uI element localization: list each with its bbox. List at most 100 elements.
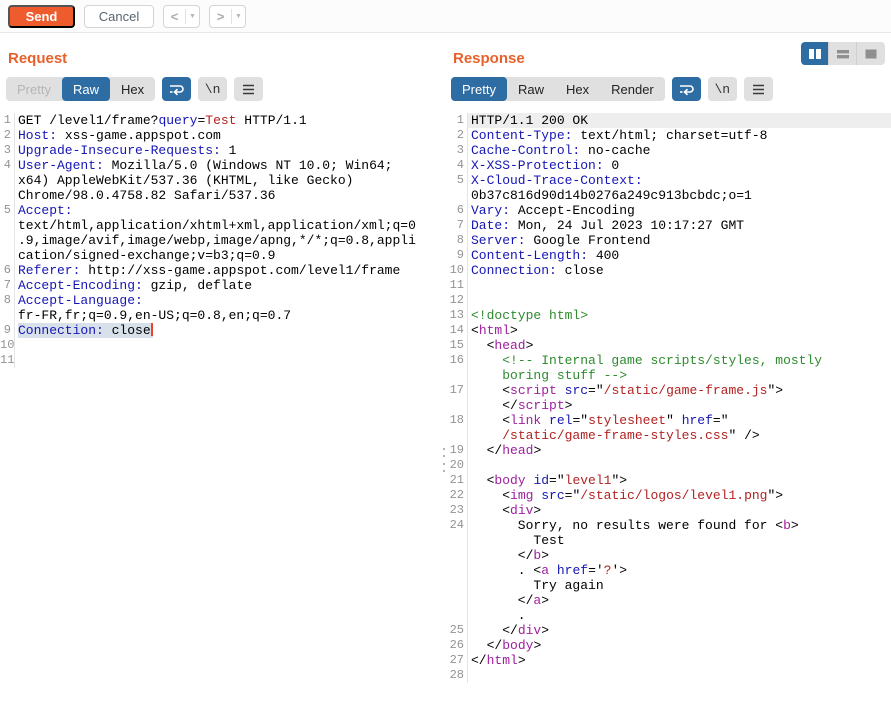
code-text[interactable]: fr-FR,fr;q=0.9,en-US;q=0.8,en;q=0.7: [15, 308, 445, 323]
code-text[interactable]: <!-- Internal game scripts/styles, mostl…: [468, 353, 891, 368]
code-text[interactable]: </body>: [468, 638, 891, 653]
code-text[interactable]: boring stuff -->: [468, 368, 891, 383]
code-line[interactable]: 13<!doctype html>: [445, 308, 891, 323]
code-text[interactable]: </head>: [468, 443, 891, 458]
code-text[interactable]: X-Cloud-Trace-Context:: [468, 173, 891, 188]
editor-menu-button[interactable]: [234, 77, 263, 101]
code-text[interactable]: x64) AppleWebKit/537.36 (KHTML, like Gec…: [15, 173, 445, 188]
code-line[interactable]: 12: [445, 293, 891, 308]
code-line[interactable]: 8Server: Google Frontend: [445, 233, 891, 248]
forward-dropdown-icon[interactable]: ▼: [232, 6, 245, 27]
code-text[interactable]: Connection: close: [15, 323, 445, 338]
code-line[interactable]: Try again: [445, 578, 891, 593]
code-line[interactable]: </a>: [445, 593, 891, 608]
code-text[interactable]: Accept-Language:: [15, 293, 445, 308]
code-line[interactable]: 9Connection: close: [0, 323, 445, 338]
code-line[interactable]: Chrome/98.0.4758.82 Safari/537.36: [0, 188, 445, 203]
code-text[interactable]: <img src="/static/logos/level1.png">: [468, 488, 891, 503]
code-line[interactable]: 17 <script src="/static/game-frame.js">: [445, 383, 891, 398]
code-line[interactable]: 2Content-Type: text/html; charset=utf-8: [445, 128, 891, 143]
response-tab-hex[interactable]: Hex: [555, 77, 600, 101]
code-text[interactable]: 0b37c816d90d14b0276a249c913bcbdc;o=1: [468, 188, 891, 203]
code-text[interactable]: </b>: [468, 548, 891, 563]
code-line[interactable]: 1GET /level1/frame?query=Test HTTP/1.1: [0, 113, 445, 128]
code-line[interactable]: 7Accept-Encoding: gzip, deflate: [0, 278, 445, 293]
code-text[interactable]: X-XSS-Protection: 0: [468, 158, 891, 173]
code-text[interactable]: Sorry, no results were found for <b>: [468, 518, 891, 533]
code-text[interactable]: . <a href='?'>: [468, 563, 891, 578]
response-editor[interactable]: 1HTTP/1.1 200 OK2Content-Type: text/html…: [445, 113, 891, 728]
code-line[interactable]: 11: [445, 278, 891, 293]
code-text[interactable]: [468, 668, 891, 683]
code-line[interactable]: /static/game-frame-styles.css" />: [445, 428, 891, 443]
code-line[interactable]: 18 <link rel="stylesheet" href=": [445, 413, 891, 428]
code-text[interactable]: <!doctype html>: [468, 308, 891, 323]
code-text[interactable]: [468, 278, 891, 293]
code-text[interactable]: HTTP/1.1 200 OK: [468, 113, 891, 128]
code-line[interactable]: 28: [445, 668, 891, 683]
code-text[interactable]: </html>: [468, 653, 891, 668]
code-text[interactable]: Date: Mon, 24 Jul 2023 10:17:27 GMT: [468, 218, 891, 233]
code-text[interactable]: Referer: http://xss-game.appspot.com/lev…: [15, 263, 445, 278]
code-text[interactable]: </div>: [468, 623, 891, 638]
layout-rows-button[interactable]: [829, 42, 857, 65]
code-line[interactable]: 5Accept:: [0, 203, 445, 218]
code-line[interactable]: 3Upgrade-Insecure-Requests: 1: [0, 143, 445, 158]
code-line[interactable]: 10Connection: close: [445, 263, 891, 278]
code-text[interactable]: Content-Type: text/html; charset=utf-8: [468, 128, 891, 143]
code-text[interactable]: Content-Length: 400: [468, 248, 891, 263]
code-text[interactable]: Cache-Control: no-cache: [468, 143, 891, 158]
send-button[interactable]: Send: [8, 5, 75, 28]
layout-single-button[interactable]: [857, 42, 885, 65]
word-wrap-toggle[interactable]: [162, 77, 191, 101]
code-line[interactable]: boring stuff -->: [445, 368, 891, 383]
code-line[interactable]: 16 <!-- Internal game scripts/styles, mo…: [445, 353, 891, 368]
code-line[interactable]: 6Vary: Accept-Encoding: [445, 203, 891, 218]
code-line[interactable]: </script>: [445, 398, 891, 413]
code-text[interactable]: </script>: [468, 398, 891, 413]
code-text[interactable]: </a>: [468, 593, 891, 608]
code-line[interactable]: 9Content-Length: 400: [445, 248, 891, 263]
code-line[interactable]: 21 <body id="level1">: [445, 473, 891, 488]
back-arrow-icon[interactable]: <: [164, 6, 185, 27]
code-text[interactable]: <link rel="stylesheet" href=": [468, 413, 891, 428]
forward-arrow-icon[interactable]: >: [210, 6, 231, 27]
back-dropdown-icon[interactable]: ▼: [186, 6, 199, 27]
code-line[interactable]: 7Date: Mon, 24 Jul 2023 10:17:27 GMT: [445, 218, 891, 233]
cancel-button[interactable]: Cancel: [84, 5, 154, 28]
show-newlines-toggle[interactable]: \n: [198, 77, 227, 101]
code-line[interactable]: . <a href='?'>: [445, 563, 891, 578]
response-tab-render[interactable]: Render: [600, 77, 665, 101]
code-text[interactable]: Connection: close: [468, 263, 891, 278]
request-editor[interactable]: 1GET /level1/frame?query=Test HTTP/1.12H…: [0, 113, 445, 728]
code-text[interactable]: Test: [468, 533, 891, 548]
code-text[interactable]: Host: xss-game.appspot.com: [15, 128, 445, 143]
code-line[interactable]: 27</html>: [445, 653, 891, 668]
layout-columns-button[interactable]: [801, 42, 829, 65]
code-text[interactable]: Accept-Encoding: gzip, deflate: [15, 278, 445, 293]
code-text[interactable]: .: [468, 608, 891, 623]
code-line[interactable]: x64) AppleWebKit/537.36 (KHTML, like Gec…: [0, 173, 445, 188]
code-text[interactable]: Accept:: [15, 203, 445, 218]
code-text[interactable]: <body id="level1">: [468, 473, 891, 488]
code-text[interactable]: <head>: [468, 338, 891, 353]
code-line[interactable]: 22 <img src="/static/logos/level1.png">: [445, 488, 891, 503]
code-line[interactable]: 10: [0, 338, 445, 353]
show-newlines-toggle[interactable]: \n: [708, 77, 737, 101]
code-line[interactable]: 20: [445, 458, 891, 473]
code-text[interactable]: Try again: [468, 578, 891, 593]
code-line[interactable]: text/html,application/xhtml+xml,applicat…: [0, 218, 445, 233]
code-text[interactable]: <script src="/static/game-frame.js">: [468, 383, 891, 398]
request-tab-hex[interactable]: Hex: [110, 77, 155, 101]
code-line[interactable]: 0b37c816d90d14b0276a249c913bcbdc;o=1: [445, 188, 891, 203]
code-line[interactable]: 8Accept-Language:: [0, 293, 445, 308]
code-line[interactable]: </b>: [445, 548, 891, 563]
code-line[interactable]: .9,image/avif,image/webp,image/apng,*/*;…: [0, 233, 445, 248]
code-line[interactable]: 3Cache-Control: no-cache: [445, 143, 891, 158]
code-text[interactable]: [468, 458, 891, 473]
code-line[interactable]: fr-FR,fr;q=0.9,en-US;q=0.8,en;q=0.7: [0, 308, 445, 323]
code-text[interactable]: Vary: Accept-Encoding: [468, 203, 891, 218]
history-forward-button[interactable]: > ▼: [209, 5, 246, 28]
code-line[interactable]: Test: [445, 533, 891, 548]
code-text[interactable]: Server: Google Frontend: [468, 233, 891, 248]
